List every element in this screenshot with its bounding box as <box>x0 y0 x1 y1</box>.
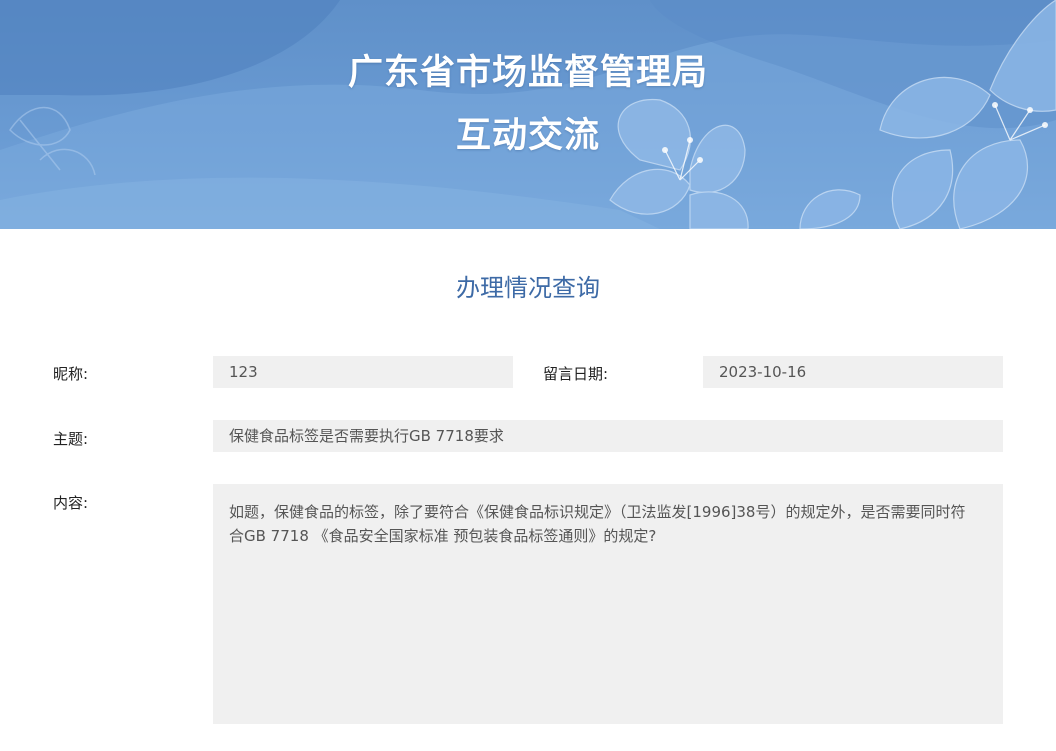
header-banner: 广东省市场监督管理局 互动交流 <box>0 0 1056 229</box>
subject-field: 保健食品标签是否需要执行GB 7718要求 <box>213 420 1003 452</box>
content-field: 如题，保健食品的标签，除了要符合《保健食品标识规定》（卫法监发[1996]38号… <box>213 484 1003 724</box>
subject-label: 主题: <box>53 430 89 448</box>
content-label: 内容: <box>53 494 89 512</box>
date-label: 留言日期: <box>543 365 609 383</box>
nickname-field: 123 <box>213 356 513 388</box>
page-title-line1: 广东省市场监督管理局 <box>347 53 708 93</box>
page-title-line2: 互动交流 <box>455 116 600 156</box>
section-title: 办理情况查询 <box>456 274 600 302</box>
nickname-label: 昵称: <box>53 365 89 383</box>
date-field: 2023-10-16 <box>703 356 1003 388</box>
